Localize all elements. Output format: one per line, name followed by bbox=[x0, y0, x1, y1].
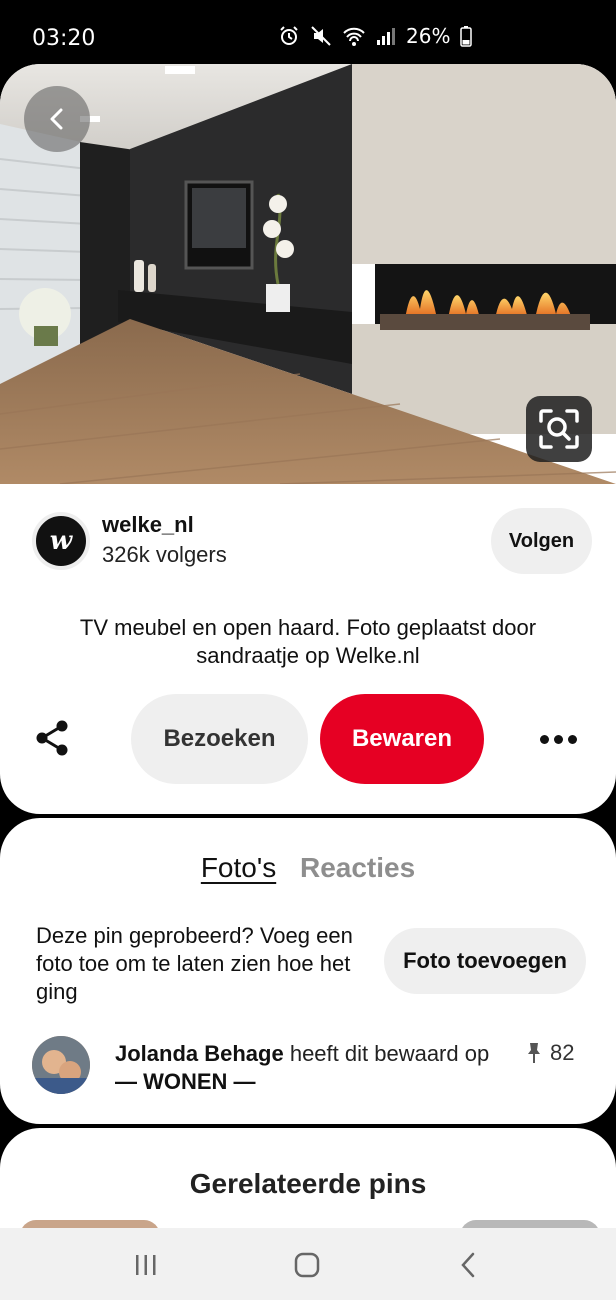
home-button[interactable] bbox=[277, 1246, 337, 1284]
back-nav-button[interactable] bbox=[438, 1246, 498, 1284]
tab-comments[interactable]: Reacties bbox=[300, 852, 415, 884]
home-icon bbox=[294, 1252, 320, 1278]
comments-card: Foto's Reacties Deze pin geprobeerd? Voe… bbox=[0, 818, 616, 1124]
share-icon bbox=[36, 720, 68, 756]
pin-description: TV meubel en open haard. Foto geplaatst … bbox=[79, 615, 537, 668]
tried-prompt: Deze pin geprobeerd? Voeg een foto toe o… bbox=[36, 923, 353, 1004]
user-avatar[interactable] bbox=[32, 1036, 90, 1094]
save-count-value: 82 bbox=[550, 1040, 575, 1065]
save-button[interactable]: Bewaren bbox=[320, 694, 484, 784]
pin-icon bbox=[528, 1043, 540, 1063]
creator-avatar-letter: w bbox=[49, 526, 73, 556]
creator-followers: 326k volgers bbox=[102, 542, 227, 567]
back-arrow-icon bbox=[461, 1252, 475, 1278]
save-count: 82 bbox=[526, 1040, 574, 1066]
comments-tabs: Foto's Reacties bbox=[0, 852, 616, 884]
recent-apps-icon bbox=[136, 1255, 156, 1275]
follow-button[interactable]: Volgen bbox=[491, 508, 592, 574]
visual-search-button[interactable] bbox=[526, 396, 592, 462]
status-time: 03:20 bbox=[32, 26, 96, 51]
save-activity-row[interactable]: Jolanda Behage heeft dit bewaard op — WO… bbox=[0, 1032, 616, 1102]
tab-photos[interactable]: Foto's bbox=[201, 852, 276, 884]
pin-actions: Bezoeken Bewaren bbox=[0, 694, 616, 786]
status-bar: 03:20 26% bbox=[0, 0, 616, 64]
status-icons: 26% bbox=[278, 24, 473, 48]
mute-icon bbox=[311, 26, 331, 46]
wifi-icon bbox=[343, 27, 365, 46]
related-pins-title: Gerelateerde pins bbox=[189, 1168, 427, 1199]
activity-board[interactable]: — WONEN — bbox=[115, 1069, 256, 1094]
signal-icon bbox=[377, 28, 395, 45]
activity-action: heeft dit bewaard op bbox=[283, 1041, 490, 1066]
chevron-left-icon bbox=[50, 108, 63, 130]
dot-icon bbox=[553, 734, 563, 744]
dot-icon bbox=[539, 734, 549, 744]
visit-button[interactable]: Bezoeken bbox=[131, 694, 308, 784]
pin-image[interactable] bbox=[0, 64, 616, 484]
alarm-icon bbox=[280, 26, 298, 45]
back-button[interactable] bbox=[24, 86, 90, 152]
system-nav-bar bbox=[0, 1228, 616, 1300]
battery-icon bbox=[460, 26, 473, 47]
add-photo-button[interactable]: Foto toevoegen bbox=[384, 928, 586, 994]
battery-percent: 26% bbox=[406, 24, 451, 48]
recent-apps-button[interactable] bbox=[116, 1246, 176, 1284]
activity-user[interactable]: Jolanda Behage bbox=[115, 1041, 284, 1066]
creator-name[interactable]: welke_nl bbox=[102, 512, 194, 538]
share-button[interactable] bbox=[32, 718, 76, 762]
pin-card: w welke_nl 326k volgers Volgen TV meubel… bbox=[0, 64, 616, 814]
creator-avatar[interactable]: w bbox=[32, 512, 90, 570]
activity-text: Jolanda Behage heeft dit bewaard op — WO… bbox=[115, 1040, 505, 1096]
creator-row: w welke_nl 326k volgers Volgen bbox=[0, 504, 616, 584]
more-options-button[interactable] bbox=[534, 724, 582, 754]
lens-search-icon bbox=[539, 409, 579, 449]
dot-icon bbox=[567, 734, 577, 744]
